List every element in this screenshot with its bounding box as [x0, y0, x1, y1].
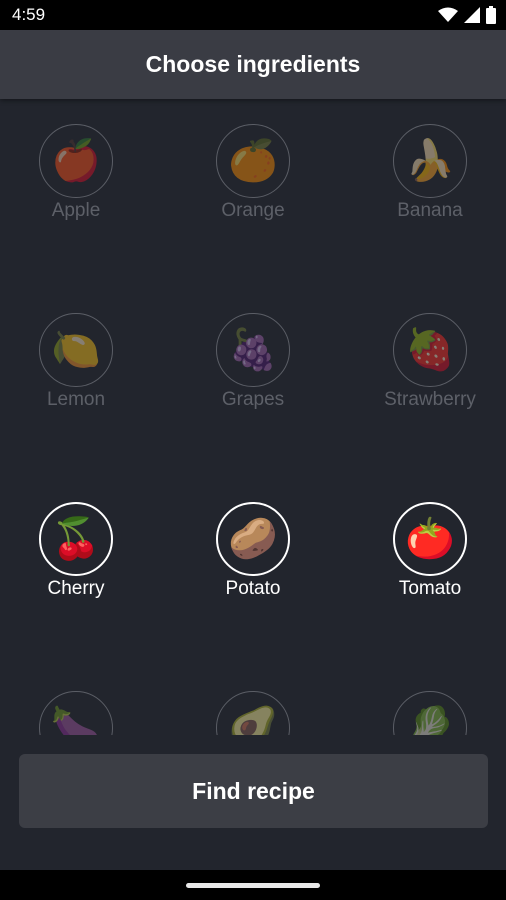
ingredient-label: Apple — [51, 200, 101, 221]
banana-icon: 🍌 — [405, 139, 455, 183]
ingredient-circle[interactable]: 🍒 — [39, 502, 113, 576]
ingredient-item-orange[interactable]: 🍊 Orange — [178, 124, 328, 264]
ingredient-item-banana[interactable]: 🍌 Banana — [355, 124, 505, 264]
ingredient-item-cherry[interactable]: 🍒 Cherry — [1, 502, 151, 642]
status-time: 4:59 — [12, 5, 46, 24]
ingredient-circle[interactable]: 🍎 — [39, 124, 113, 198]
ingredient-label: Cherry — [47, 578, 105, 599]
lettuce-icon: 🥬 — [405, 706, 455, 735]
battery-icon — [486, 6, 496, 29]
status-bar: 4:59 — [0, 0, 506, 30]
ingredients-grid[interactable]: 🍎 Apple 🍊 Orange 🍌 Banana 🍋 Lemon 🍇 Grap… — [0, 99, 506, 735]
grapes-icon: 🍇 — [228, 328, 278, 372]
ingredient-circle[interactable]: 🥑 — [216, 691, 290, 735]
orange-icon: 🍊 — [228, 139, 278, 183]
ingredient-item-eggplant[interactable]: 🍆 — [1, 691, 151, 735]
eggplant-icon: 🍆 — [51, 706, 101, 735]
strawberry-icon: 🍓 — [405, 328, 455, 372]
ingredient-item-potato[interactable]: 🥔 Potato — [178, 502, 328, 642]
ingredient-label: Lemon — [46, 389, 106, 410]
tomato-icon: 🍅 — [405, 517, 455, 561]
ingredient-circle[interactable]: 🍓 — [393, 313, 467, 387]
ingredient-item-tomato[interactable]: 🍅 Tomato — [355, 502, 505, 642]
cellular-signal-icon — [464, 7, 480, 28]
ingredient-label: Tomato — [398, 578, 462, 599]
page-title: Choose ingredients — [145, 51, 361, 77]
ingredient-circle[interactable]: 🥔 — [216, 502, 290, 576]
ingredient-item-lettuce[interactable]: 🥬 — [355, 691, 505, 735]
apple-icon: 🍎 — [51, 139, 101, 183]
app-bar: Choose ingredients — [0, 30, 506, 99]
ingredient-circle[interactable]: 🍅 — [393, 502, 467, 576]
ingredient-item-grapes[interactable]: 🍇 Grapes — [178, 313, 328, 453]
ingredient-circle[interactable]: 🍆 — [39, 691, 113, 735]
cherry-icon: 🍒 — [51, 517, 101, 561]
ingredient-label: Grapes — [221, 389, 285, 410]
ingredient-label: Banana — [397, 200, 463, 221]
ingredient-label: Potato — [225, 578, 281, 599]
ingredient-circle[interactable]: 🥬 — [393, 691, 467, 735]
potato-icon: 🥔 — [228, 517, 278, 561]
lemon-icon: 🍋 — [51, 328, 101, 372]
ingredient-circle[interactable]: 🍌 — [393, 124, 467, 198]
ingredient-item-apple[interactable]: 🍎 Apple — [1, 124, 151, 264]
avocado-icon: 🥑 — [228, 706, 278, 735]
ingredient-item-strawberry[interactable]: 🍓 Strawberry — [355, 313, 505, 453]
ingredient-circle[interactable]: 🍋 — [39, 313, 113, 387]
find-recipe-button[interactable]: Find recipe — [19, 754, 488, 828]
screen: 4:59 Choose ingredients 🍎 Apple 🍊 Orange — [0, 0, 506, 900]
ingredient-item-lemon[interactable]: 🍋 Lemon — [1, 313, 151, 453]
home-gesture-handle[interactable] — [186, 883, 320, 888]
ingredient-circle[interactable]: 🍊 — [216, 124, 290, 198]
ingredient-label: Strawberry — [384, 389, 476, 410]
wifi-icon — [438, 7, 458, 28]
ingredient-circle[interactable]: 🍇 — [216, 313, 290, 387]
status-icons — [438, 6, 496, 29]
ingredient-item-avocado[interactable]: 🥑 — [178, 691, 328, 735]
ingredient-label: Orange — [221, 200, 285, 221]
navigation-bar — [0, 870, 506, 900]
